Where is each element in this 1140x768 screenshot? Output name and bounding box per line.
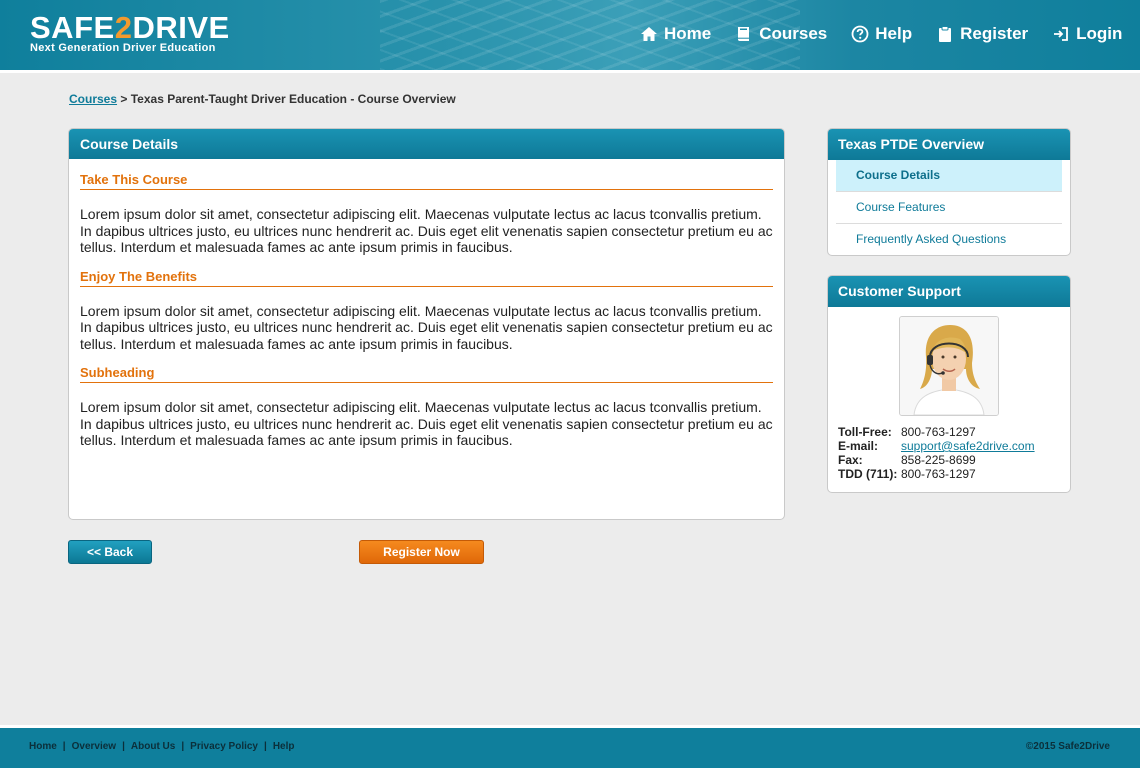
footer-separator: | [62,741,66,752]
section-text: Lorem ipsum dolor sit amet, consectetur … [80,206,773,255]
nav-home[interactable]: Home [640,24,711,44]
breadcrumb: Courses > Texas Parent-Taught Driver Edu… [69,92,456,106]
overview-item-course-details[interactable]: Course Details [836,160,1062,192]
support-title: Customer Support [828,276,1070,307]
toll-free-value: 800-763-1297 [901,425,976,439]
footer-link-overview[interactable]: Overview [72,741,116,752]
login-icon [1052,25,1070,43]
home-icon [640,25,658,43]
contact-info: Toll-Free: 800-763-1297 E-mail: support@… [838,425,1035,481]
fax-label: Fax: [838,453,863,467]
contact-row-toll-free: Toll-Free: 800-763-1297 [838,425,1035,439]
footer-separator: | [181,741,185,752]
tdd-label: TDD (711): [838,467,898,481]
customer-support-box: Customer Support Toll-Free: 800-763-1297… [827,275,1071,493]
footer-links: Home | Overview | About Us | Privacy Policy | He… [29,741,294,752]
overview-item-course-features[interactable]: Course Features [836,192,1062,224]
footer-link-about-us[interactable]: About Us [131,741,175,752]
site-footer: Home | Overview | About Us | Privacy Policy | He… [0,728,1140,768]
nav-register[interactable]: Register [936,24,1028,44]
breadcrumb-separator: > [120,92,128,106]
nav-help[interactable]: Help [851,24,912,44]
header-divider [0,70,1140,73]
section-take-course: Take This Course Lorem ipsum dolor sit a… [69,172,784,256]
overview-menu: Course Details Course Features Frequentl… [828,160,1070,255]
question-circle-icon [851,25,869,43]
breadcrumb-current: Texas Parent-Taught Driver Education - C… [130,92,456,106]
email-label: E-mail: [838,439,879,453]
clipboard-icon [936,25,954,43]
contact-row-email: E-mail: support@safe2drive.com [838,439,1035,453]
course-details-panel: Course Details Take This Course Lorem ip… [68,128,785,520]
copyright-text: ©2015 Safe2Drive [1025,741,1110,752]
support-agent-photo [899,316,999,416]
nav-login[interactable]: Login [1052,24,1122,44]
section-text: Lorem ipsum dolor sit amet, consectetur … [80,399,773,448]
footer-link-help[interactable]: Help [273,741,295,752]
support-email-link[interactable]: support@safe2drive.com [901,439,1035,453]
overview-item-faq[interactable]: Frequently Asked Questions [836,224,1062,255]
nav-courses-label: Courses [759,24,828,43]
contact-row-fax: Fax: 858-225-8699 [838,453,1035,467]
overview-title: Texas PTDE Overview [828,129,1070,160]
footer-link-home[interactable]: Home [29,741,57,752]
nav-login-label: Login [1076,24,1123,43]
tdd-value: 800-763-1297 [901,467,976,481]
fax-value: 858-225-8699 [901,453,976,467]
main-nav: Home Courses Help Register Login [640,24,1122,44]
section-benefits: Enjoy The Benefits Lorem ipsum dolor sit… [69,269,784,353]
back-button[interactable]: << Back [68,540,152,564]
logo-wordmark: SAFE2DRIVE [30,10,230,45]
book-icon [735,25,753,43]
logo-tagline: Next Generation Driver Education [30,42,216,54]
nav-register-label: Register [960,24,1029,43]
nav-courses[interactable]: Courses [735,24,827,44]
section-subheading: Subheading Lorem ipsum dolor sit amet, c… [69,365,784,449]
register-now-button[interactable]: Register Now [359,540,484,564]
footer-link-privacy-policy[interactable]: Privacy Policy [190,741,258,752]
panel-title: Course Details [69,129,784,159]
contact-row-tdd: TDD (711): 800-763-1297 [838,467,1035,481]
nav-home-label: Home [664,24,712,43]
section-heading: Enjoy The Benefits [80,269,773,287]
footer-separator: | [264,741,267,752]
section-text: Lorem ipsum dolor sit amet, consectetur … [80,302,773,352]
section-heading: Take This Course [80,172,773,190]
site-logo[interactable]: SAFE2DRIVE Next Generation Driver Educat… [30,10,230,55]
breadcrumb-courses-link[interactable]: Courses [69,92,117,106]
overview-box: Texas PTDE Overview Course Details Cours… [827,128,1071,256]
section-heading: Subheading [80,365,773,383]
toll-free-label: Toll-Free: [838,425,892,439]
footer-separator: | [122,741,125,752]
site-header: SAFE2DRIVE Next Generation Driver Educat… [0,0,1140,70]
nav-help-label: Help [875,24,913,43]
